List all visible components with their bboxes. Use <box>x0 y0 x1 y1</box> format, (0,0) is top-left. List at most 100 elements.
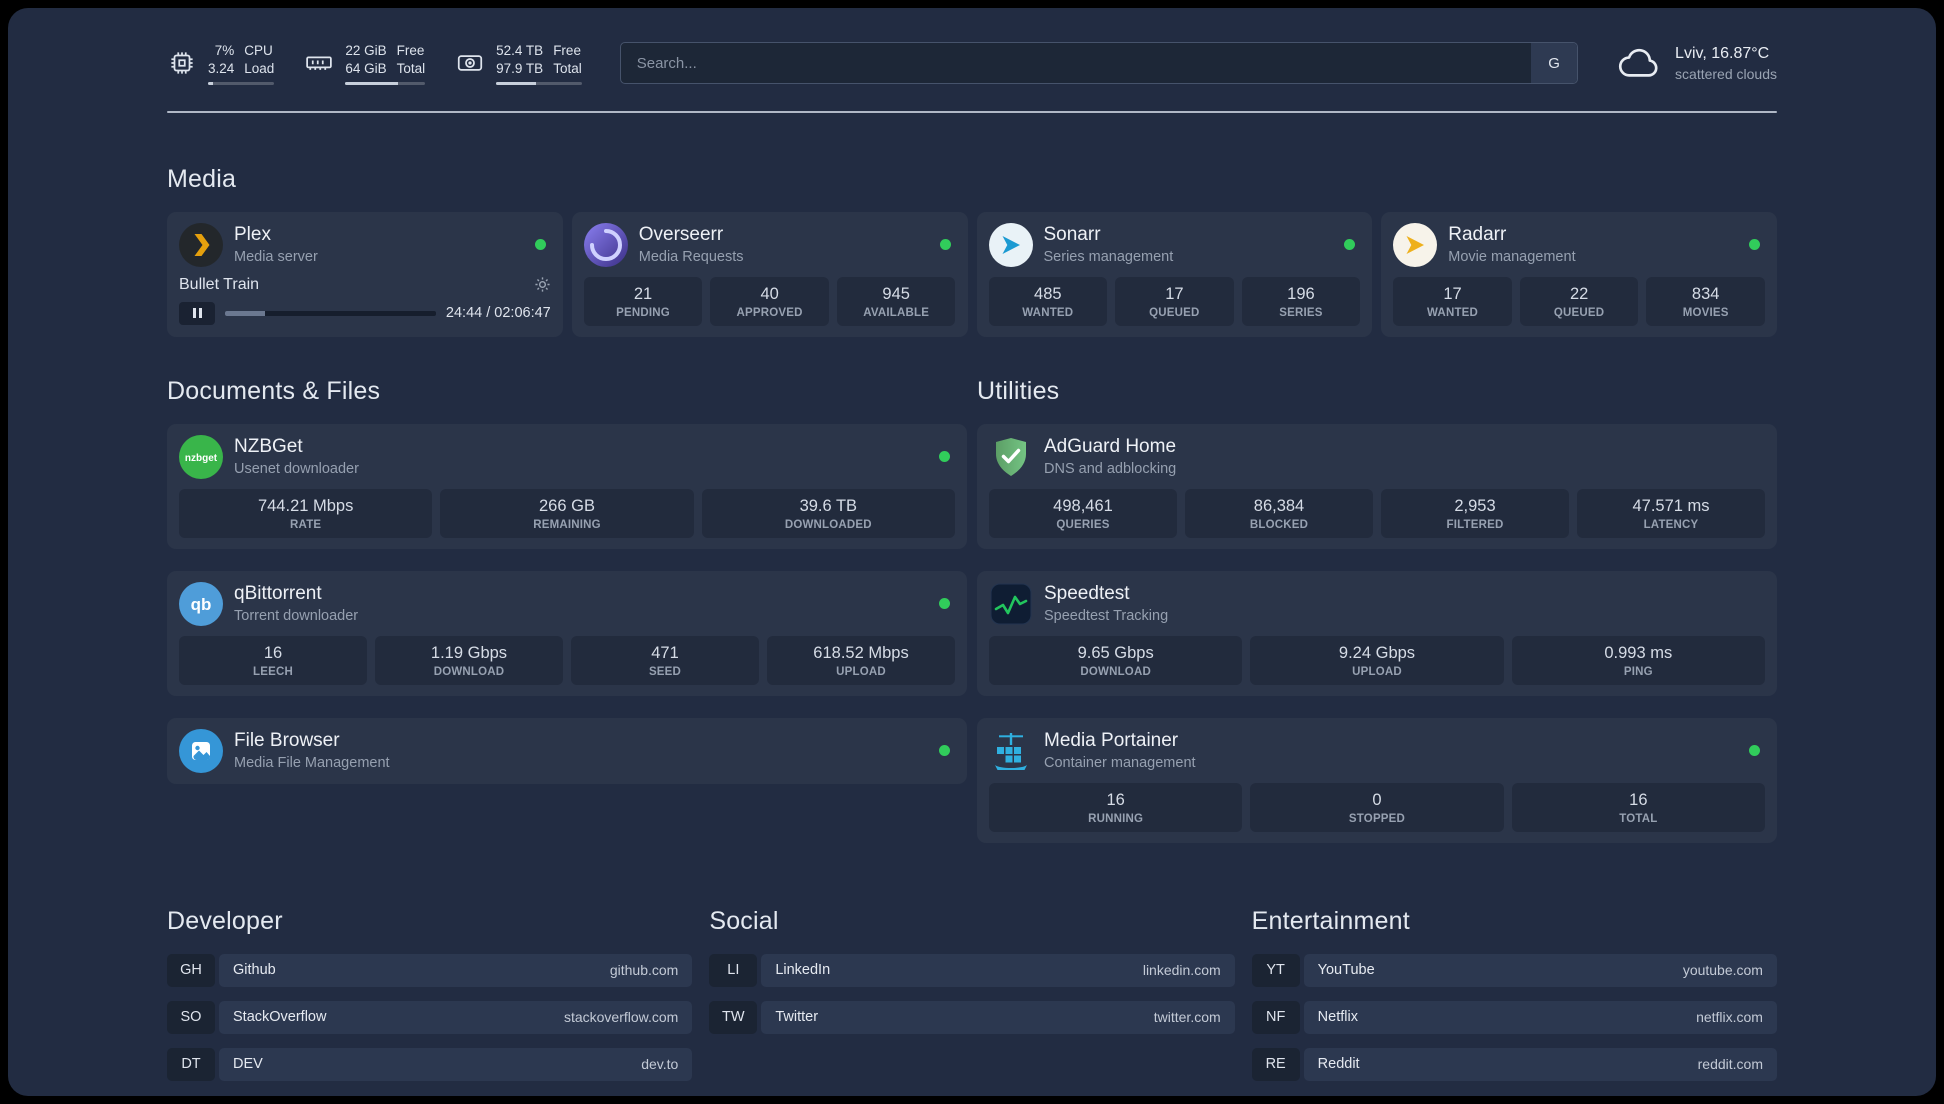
service-link-sonarr[interactable]: Sonarr Series management <box>988 222 1361 267</box>
gear-icon[interactable] <box>534 276 551 293</box>
service-link-overseerr[interactable]: Overseerr Media Requests <box>583 222 956 267</box>
bookmark-dev[interactable]: DT DEV dev.to <box>167 1047 693 1081</box>
weather-location: Lviv, 16.87°C <box>1675 44 1770 62</box>
stat-download: 9.65 Gbps DOWNLOAD <box>989 635 1243 685</box>
bookmark-linkedin[interactable]: LI LinkedIn linkedin.com <box>709 953 1235 987</box>
weather-condition: scattered clouds <box>1675 65 1777 82</box>
stat-value: 1.19 Gbps <box>430 643 508 662</box>
section-title-entertainment: Entertainment <box>1251 906 1410 935</box>
stat-value: 9.65 Gbps <box>1077 643 1154 662</box>
topbar-divider <box>167 110 1777 113</box>
service-card-portainer: Media Portainer Container management 16 … <box>977 717 1777 843</box>
service-card-qbittorrent: qb qBittorrent Torrent downloader 16 LEE… <box>167 570 967 696</box>
stat-stopped: 0 STOPPED <box>1250 782 1504 832</box>
stat-label: RUNNING <box>1088 812 1144 825</box>
disk-free-value: 52.4 TB <box>496 43 544 58</box>
stat-value: 16 <box>1106 790 1125 809</box>
service-link-filebrowser[interactable]: File Browser Media File Management <box>179 728 955 773</box>
bookmark-reddit[interactable]: RE Reddit reddit.com <box>1251 1047 1777 1081</box>
stat-label: DOWNLOADED <box>784 518 872 531</box>
stat-wanted: 17 WANTED <box>1393 276 1512 326</box>
bookmark-abbr: NF <box>1251 1000 1300 1034</box>
stat-label: DOWNLOAD <box>433 665 505 678</box>
service-link-portainer[interactable]: Media Portainer Container management <box>989 729 1765 773</box>
stat-value: 471 <box>651 643 679 662</box>
section-developer: Developer GH Github github.com SO StackO… <box>167 907 693 1081</box>
stat-label: REMAINING <box>533 518 601 531</box>
stat-latency: 47.571 ms LATENCY <box>1577 488 1765 538</box>
stat-value: 618.52 Mbps <box>813 643 909 662</box>
memory-widget: 22 GiB Free 64 GiB Total <box>304 42 426 85</box>
disk-widget: 52.4 TB Free 97.9 TB Total <box>455 42 582 85</box>
bookmark-name: Twitter <box>775 1009 819 1026</box>
service-subtitle: Media server <box>234 249 318 266</box>
bookmark-twitter[interactable]: TW Twitter twitter.com <box>709 1000 1235 1034</box>
service-name: Sonarr <box>1043 224 1101 246</box>
stat-value: 17 <box>1165 284 1184 303</box>
stat-label: UPLOAD <box>836 665 886 678</box>
stat-available: 945 AVAILABLE <box>836 276 956 326</box>
service-subtitle: Torrent downloader <box>234 608 359 625</box>
stat-label: UPLOAD <box>1352 665 1402 678</box>
bookmark-name: LinkedIn <box>775 962 831 979</box>
stat-value: 16 <box>1629 790 1648 809</box>
bookmark-stackoverflow[interactable]: SO StackOverflow stackoverflow.com <box>167 1000 693 1034</box>
now-playing-title: Bullet Train <box>179 275 260 293</box>
search-bar: G <box>619 42 1579 85</box>
bookmark-name: Github <box>233 962 276 979</box>
service-card-nzbget: nzbget NZBGet Usenet downloader 744.21 M… <box>167 423 967 549</box>
memory-icon <box>304 48 334 78</box>
stat-value: 196 <box>1287 284 1315 303</box>
service-link-qbittorrent[interactable]: qb qBittorrent Torrent downloader <box>179 581 955 626</box>
stat-downloaded: 39.6 TB DOWNLOADED <box>701 488 955 538</box>
service-subtitle: Usenet downloader <box>234 461 359 478</box>
disk-total-label: Total <box>553 60 582 76</box>
stat-upload: 9.24 Gbps UPLOAD <box>1250 635 1504 685</box>
playback-progress-bar[interactable] <box>225 310 436 316</box>
stat-queued: 22 QUEUED <box>1519 276 1639 326</box>
search-provider-button[interactable]: G <box>1531 43 1578 84</box>
bookmark-name: DEV <box>233 1056 263 1073</box>
service-subtitle: Container management <box>1044 755 1196 772</box>
service-name: Overseerr <box>638 224 724 246</box>
bookmark-abbr: LI <box>709 953 758 987</box>
stat-upload: 618.52 Mbps UPLOAD <box>767 635 955 685</box>
service-link-radarr[interactable]: Radarr Movie management <box>1393 222 1765 267</box>
disk-icon <box>455 48 485 78</box>
bookmark-youtube[interactable]: YT YouTube youtube.com <box>1251 953 1777 987</box>
stat-value: 0 <box>1372 790 1382 809</box>
bookmark-netflix[interactable]: NF Netflix netflix.com <box>1251 1000 1777 1034</box>
service-card-filebrowser: File Browser Media File Management <box>167 717 967 784</box>
bookmark-name: Reddit <box>1317 1056 1360 1073</box>
stat-wanted: 485 WANTED <box>988 276 1108 326</box>
stat-label: APPROVED <box>736 306 803 319</box>
bookmark-domain: linkedin.com <box>1142 962 1221 979</box>
overseerr-icon <box>583 222 628 267</box>
stat-label: PING <box>1623 665 1653 678</box>
service-subtitle: Speedtest Tracking <box>1044 608 1169 625</box>
service-link-speedtest[interactable]: Speedtest Speedtest Tracking <box>989 582 1765 626</box>
bookmark-github[interactable]: GH Github github.com <box>167 953 693 987</box>
stat-value: 17 <box>1443 284 1462 303</box>
service-card-speedtest: Speedtest Speedtest Tracking 9.65 Gbps D… <box>977 570 1777 696</box>
stat-value: 834 <box>1691 284 1720 303</box>
service-link-plex[interactable]: Plex Media server <box>179 222 551 267</box>
bookmark-domain: netflix.com <box>1696 1009 1763 1026</box>
cpu-usage-value: 7% <box>214 43 235 58</box>
disk-progress-bar <box>496 81 582 85</box>
bookmark-name: YouTube <box>1317 962 1375 979</box>
cpu-load-value: 3.24 <box>208 60 235 76</box>
service-name: Plex <box>234 224 271 246</box>
svg-text:qb: qb <box>191 595 212 614</box>
service-link-adguard[interactable]: AdGuard Home DNS and adblocking <box>989 435 1765 479</box>
stat-pending: 21 PENDING <box>583 276 703 326</box>
resource-widgets: 7% CPU 3.24 Load 22 GiB Free 64 GiB Tota… <box>167 42 582 85</box>
dashboard: 7% CPU 3.24 Load 22 GiB Free 64 GiB Tota… <box>8 8 1936 1096</box>
pause-button[interactable] <box>179 301 215 325</box>
service-link-nzbget[interactable]: nzbget NZBGet Usenet downloader <box>179 434 955 479</box>
service-card-radarr: Radarr Movie management 17 WANTED 22 QUE… <box>1381 211 1777 337</box>
radarr-icon <box>1393 222 1438 267</box>
stat-queries: 498,461 QUERIES <box>989 488 1177 538</box>
nzbget-icon: nzbget <box>179 434 223 479</box>
search-input[interactable] <box>620 43 1532 84</box>
